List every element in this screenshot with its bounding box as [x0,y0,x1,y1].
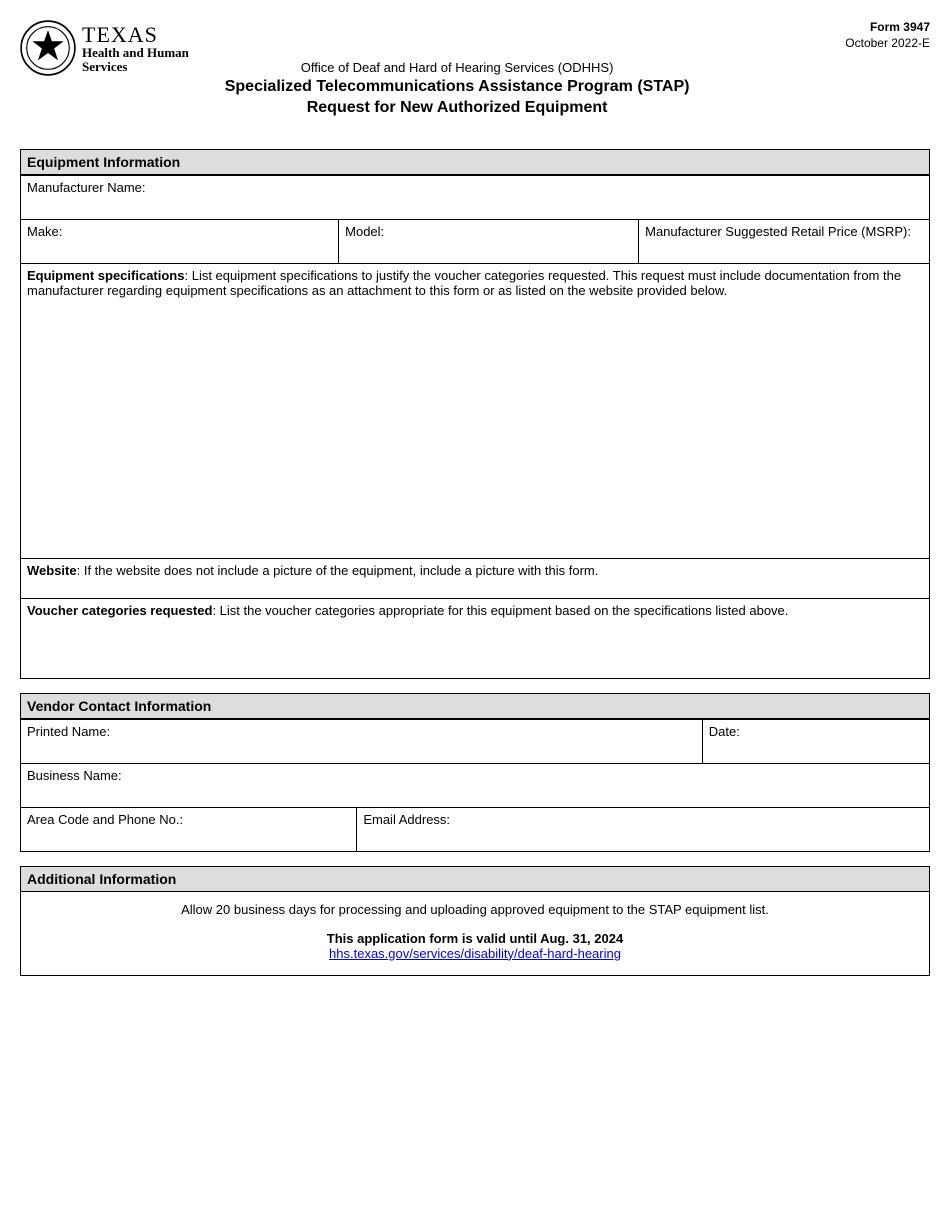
spec-label: Equipment specifications [27,268,184,283]
phone-label: Area Code and Phone No.: [27,812,183,827]
valid-until: This application form is valid until Aug… [27,931,923,946]
equipment-section-header: Equipment Information [20,149,930,175]
business-name-label: Business Name: [27,768,122,783]
manufacturer-name-field[interactable]: Manufacturer Name: [21,175,930,219]
page-header: TEXAS Health and Human Services Office o… [20,20,930,119]
manufacturer-name-label: Manufacturer Name: [27,180,146,195]
texas-seal-icon [20,20,76,76]
website-field[interactable]: Website: If the website does not include… [21,558,930,598]
form-subtitle: Request for New Authorized Equipment [69,98,845,119]
email-field[interactable]: Email Address: [357,807,930,851]
date-label: Date: [709,724,740,739]
hhs-link[interactable]: hhs.texas.gov/services/disability/deaf-h… [329,946,621,961]
vendor-table: Printed Name: Date: Business Name: Area … [20,719,930,852]
email-label: Email Address: [363,812,450,827]
printed-name-field[interactable]: Printed Name: [21,719,703,763]
msrp-label: Manufacturer Suggested Retail Price (MSR… [645,224,911,239]
printed-name-label: Printed Name: [27,724,110,739]
form-number: Form 3947 [845,20,930,36]
vendor-section-header: Vendor Contact Information [20,693,930,719]
website-label: Website [27,563,77,578]
equipment-specifications-field[interactable]: Equipment specifications: List equipment… [21,263,930,558]
phone-field[interactable]: Area Code and Phone No.: [21,807,357,851]
additional-section-header: Additional Information [20,866,930,892]
form-meta: Form 3947 October 2022-E [845,20,930,51]
office-name: Office of Deaf and Hard of Hearing Servi… [69,60,845,75]
voucher-text: : List the voucher categories appropriat… [212,603,788,618]
msrp-field[interactable]: Manufacturer Suggested Retail Price (MSR… [639,219,930,263]
form-revision: October 2022-E [845,36,930,52]
equipment-table: Manufacturer Name: Make: Model: Manufact… [20,175,930,679]
program-name: Specialized Telecommunications Assistanc… [69,77,845,98]
date-field[interactable]: Date: [702,719,929,763]
make-field[interactable]: Make: [21,219,339,263]
voucher-label: Voucher categories requested [27,603,212,618]
processing-note: Allow 20 business days for processing an… [27,902,923,917]
form-title-block: Office of Deaf and Hard of Hearing Servi… [69,20,845,119]
make-label: Make: [27,224,62,239]
model-field[interactable]: Model: [339,219,639,263]
website-text: : If the website does not include a pict… [77,563,599,578]
additional-body: Allow 20 business days for processing an… [20,892,930,976]
model-label: Model: [345,224,384,239]
voucher-categories-field[interactable]: Voucher categories requested: List the v… [21,598,930,678]
business-name-field[interactable]: Business Name: [21,763,930,807]
